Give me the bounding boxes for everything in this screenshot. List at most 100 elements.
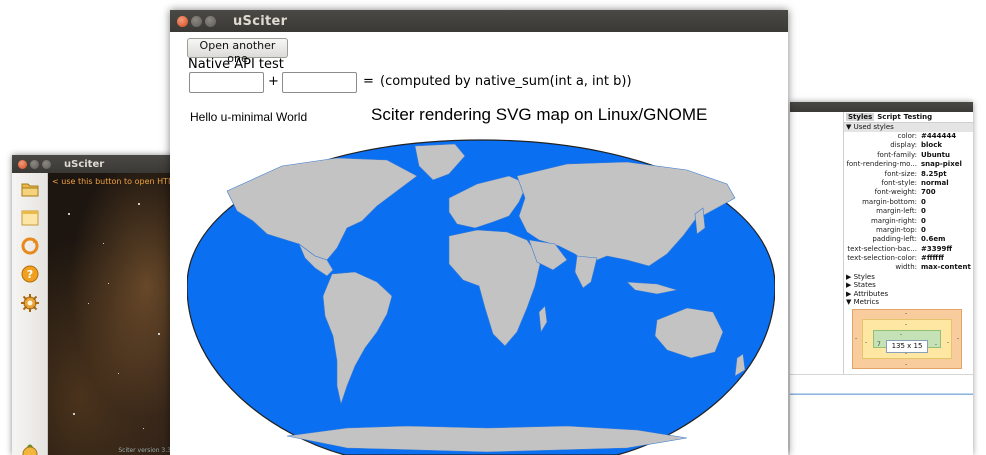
style-property-value: Ubuntu — [921, 150, 950, 159]
face-icon[interactable] — [20, 443, 40, 455]
style-property-row[interactable]: font-rendering-mo... snap-pixel — [844, 160, 973, 169]
style-property-row[interactable]: display: block — [844, 141, 973, 150]
box-model-diagram: 135 x 15 7 - - - - - - - - - - - — [852, 309, 962, 369]
inspector-titlebar[interactable] — [790, 102, 973, 112]
margin-bottom-value: - — [905, 361, 908, 368]
main-window-title: uSciter — [233, 13, 288, 29]
style-property-value: 700 — [921, 188, 936, 197]
style-property-name: color: — [897, 132, 917, 140]
section-metrics[interactable]: ▼ Metrics — [844, 298, 973, 306]
minimize-icon[interactable] — [30, 159, 39, 169]
margin-right-value: - — [956, 335, 959, 342]
border-left-value: - — [865, 339, 868, 346]
style-property-row[interactable]: font-weight: 700 — [844, 188, 973, 197]
style-property-row[interactable]: margin-bottom: 0 — [844, 198, 973, 207]
used-styles-header[interactable]: ▼ Used styles — [844, 123, 973, 132]
maximize-icon[interactable] — [42, 159, 51, 169]
window-icon[interactable] — [20, 208, 40, 228]
style-property-value: 0 — [921, 207, 926, 216]
tab-styles[interactable]: Styles — [846, 113, 875, 121]
style-property-name: padding-left: — [872, 235, 917, 244]
main-window-titlebar[interactable]: uSciter — [170, 10, 788, 32]
padding-top-value: - — [900, 331, 903, 338]
padding-right-value: - — [934, 341, 937, 348]
plus-sign: + — [268, 74, 279, 89]
style-property-row[interactable]: margin-top: 0 — [844, 226, 973, 235]
close-icon[interactable] — [18, 159, 27, 169]
section-states[interactable]: ▶ States — [844, 281, 973, 289]
style-property-name: margin-right: — [870, 216, 917, 225]
inspector-tabs: Styles Script Testing — [844, 112, 973, 123]
style-property-row[interactable]: margin-right: 0 — [844, 217, 973, 226]
style-property-value: 0 — [921, 197, 926, 206]
style-property-name: font-style: — [881, 178, 917, 187]
minimize-icon[interactable] — [191, 15, 202, 27]
style-property-name: font-size: — [884, 169, 917, 178]
operand-a-input[interactable] — [189, 72, 264, 93]
style-property-value: snap-pixel — [921, 160, 962, 169]
style-property-value: 8.25pt — [921, 169, 947, 178]
style-property-name: text-selection-color: — [847, 254, 917, 263]
style-property-row[interactable]: width: max-content — [844, 263, 973, 272]
style-property-row[interactable]: font-style: normal — [844, 179, 973, 188]
style-property-row[interactable]: font-size: 8.25pt — [844, 170, 973, 179]
margin-left-value: - — [855, 335, 858, 342]
style-property-value: 0.6em — [921, 235, 946, 244]
svg-world-map[interactable] — [187, 136, 775, 455]
style-property-name: margin-top: — [875, 225, 917, 234]
tab-script[interactable]: Script — [877, 113, 900, 121]
equals-sign: = — [363, 74, 374, 89]
folder-icon[interactable] — [20, 179, 40, 199]
usciter-main-window: uSciter Open another one Native API test… — [170, 10, 788, 455]
margin-top-value: - — [905, 310, 908, 317]
close-icon[interactable] — [177, 15, 188, 27]
styles-pane: Styles Script Testing ▼ Used styles colo… — [843, 112, 973, 374]
style-property-row[interactable]: font-family: Ubuntu — [844, 151, 973, 160]
style-property-value: #444444 — [921, 132, 957, 140]
border-box: 135 x 15 7 - - - - - - - — [862, 319, 952, 359]
style-property-value: #ffffff — [921, 254, 944, 263]
style-property-name: font-family: — [877, 150, 917, 159]
style-property-row[interactable]: text-selection-color: #ffffff — [844, 254, 973, 263]
used-styles-list: color: #444444 display: block font-family: Ub… — [844, 132, 973, 273]
padding-bottom-value: - — [900, 340, 903, 347]
svg-text:?: ? — [27, 268, 33, 281]
style-property-value: #3399ff — [921, 244, 953, 253]
style-property-value: block — [921, 141, 943, 150]
left-toolbar: ? — [12, 173, 48, 455]
antarctica — [286, 425, 688, 453]
tab-testing[interactable]: Testing — [904, 113, 933, 121]
style-property-name: text-selection-bac... — [847, 244, 917, 253]
border-top-value: - — [905, 321, 908, 328]
padding-box: 135 x 15 7 - - - — [873, 330, 941, 353]
map-caption: Sciter rendering SVG map on Linux/GNOME — [371, 105, 708, 124]
padding-left-value: 7 — [877, 341, 881, 348]
style-property-name: width: — [895, 263, 917, 272]
style-property-row[interactable]: color: #444444 — [844, 132, 973, 141]
style-property-name: display: — [890, 141, 917, 150]
main-content: Open another one Native API test + = (co… — [170, 32, 788, 455]
console-input[interactable] — [790, 375, 973, 395]
gear-icon[interactable] — [20, 293, 40, 313]
hello-text: Hello u-minimal World — [190, 110, 308, 124]
open-another-button[interactable]: Open another one — [187, 38, 288, 65]
computed-result-text: (computed by native_sum(int a, int b)) — [380, 74, 632, 89]
operand-b-input[interactable] — [282, 72, 357, 93]
help-icon[interactable]: ? — [20, 264, 40, 284]
border-bottom-value: - — [905, 350, 908, 357]
maximize-icon[interactable] — [205, 15, 216, 27]
style-property-value: 0 — [921, 216, 926, 225]
style-property-name: margin-left: — [876, 207, 917, 216]
section-attributes[interactable]: ▶ Attributes — [844, 290, 973, 298]
inspector-console — [790, 374, 973, 455]
style-property-row[interactable]: margin-left: 0 — [844, 207, 973, 216]
section-styles[interactable]: ▶ Styles — [844, 273, 973, 281]
style-property-value: normal — [921, 178, 949, 187]
style-property-row[interactable]: padding-left: 0.6em — [844, 235, 973, 244]
style-property-row[interactable]: text-selection-bac... #3399ff — [844, 245, 973, 254]
refresh-icon[interactable] — [20, 236, 40, 256]
style-property-name: font-rendering-mo... — [846, 160, 917, 169]
native-api-label: Native API test — [188, 57, 284, 72]
left-window-title: uSciter — [64, 158, 105, 170]
inspector-window: Styles Script Testing ▼ Used styles colo… — [790, 102, 973, 455]
